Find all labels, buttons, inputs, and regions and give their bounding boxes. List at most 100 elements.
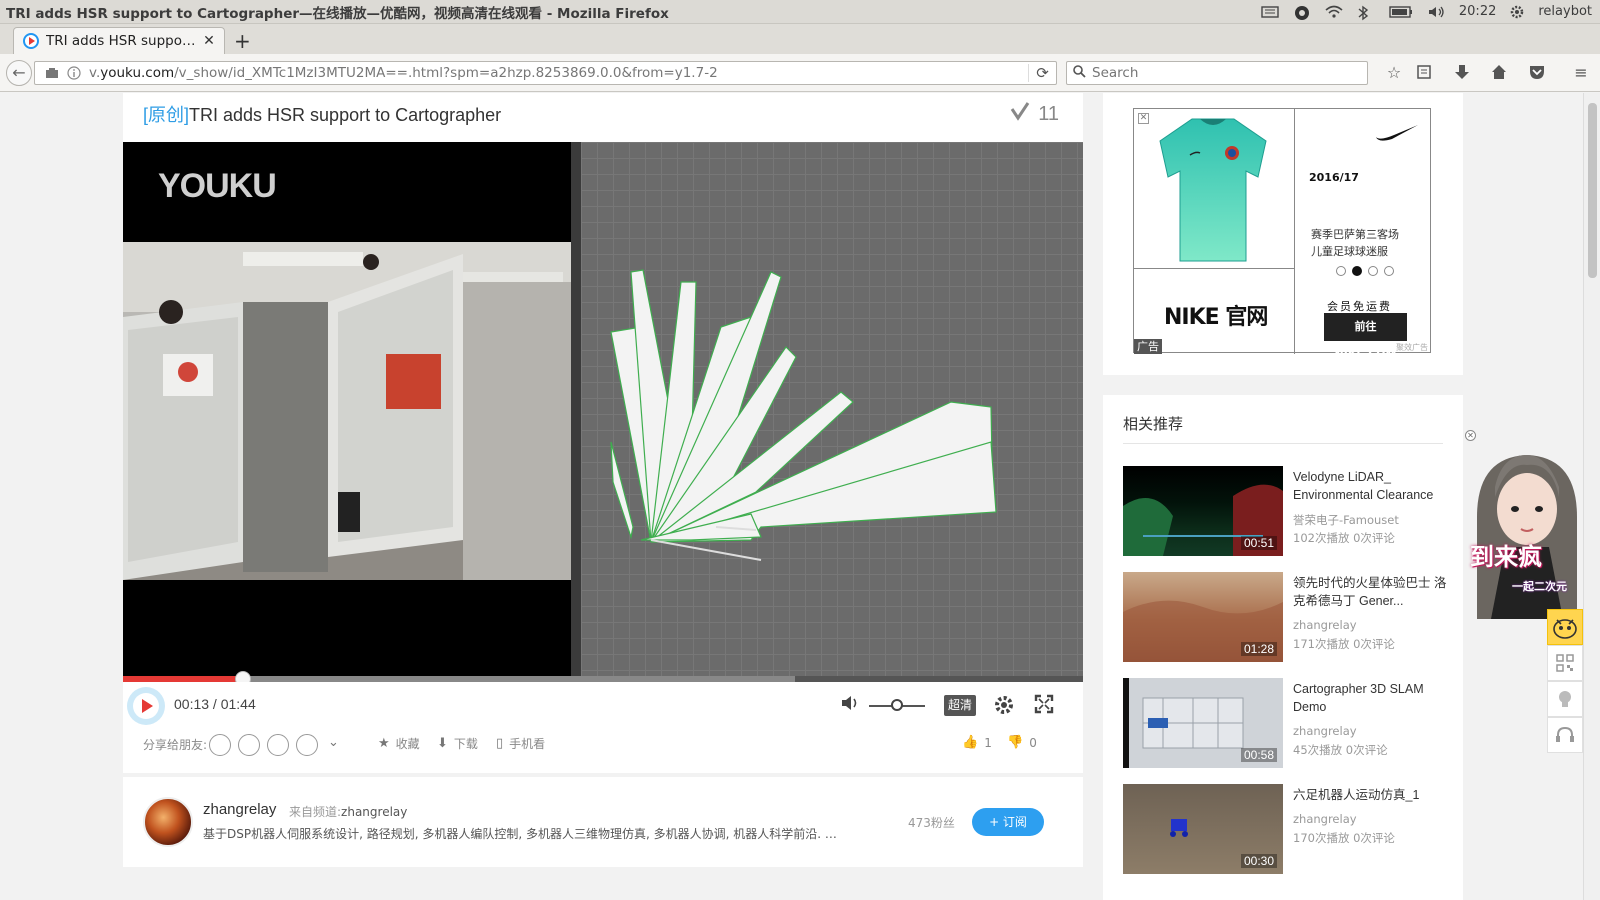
original-tag[interactable]: [原创] (143, 105, 189, 125)
qq-icon[interactable] (296, 734, 318, 756)
float-ad-subtitle: 一起二次元 (1512, 580, 1567, 593)
search-box[interactable] (1066, 61, 1368, 85)
channel-source-link[interactable]: zhangrelay (341, 805, 407, 819)
keyboard-icon[interactable] (1261, 5, 1279, 19)
scrollbar-thumb[interactable] (1588, 103, 1597, 278)
wechat-icon[interactable] (209, 734, 231, 756)
related-stats: 171次播放 0次评论 (1293, 637, 1395, 651)
reload-icon[interactable]: ⟳ (1028, 64, 1056, 82)
battery-icon[interactable] (1389, 5, 1413, 19)
carousel-dot[interactable] (1368, 266, 1378, 276)
pocket-icon[interactable] (1527, 64, 1547, 82)
volume-knob[interactable] (891, 699, 903, 711)
nike-ad[interactable]: ✕ 2016/17 赛季巴萨第三客场 儿童足球球迷服 NIKE 官网 会员免运费… (1133, 108, 1431, 361)
carousel-dot[interactable] (1384, 266, 1394, 276)
channel-name[interactable]: zhangrelay (203, 801, 276, 818)
related-thumbnail[interactable]: 00:58 (1123, 678, 1283, 768)
home-icon[interactable] (1489, 64, 1509, 82)
wifi-icon[interactable] (1325, 5, 1343, 19)
user-name[interactable]: relaybot (1538, 4, 1592, 19)
mascot-icon[interactable] (1547, 609, 1583, 645)
related-item[interactable]: 00:30 六足机器人运动仿真_1 zhangrelay 170次播放 0次评论 (1123, 784, 1453, 874)
related-heading: 相关推荐 (1123, 415, 1184, 433)
info-icon[interactable] (63, 65, 85, 81)
play-icon (133, 693, 159, 719)
url-bar[interactable]: v.youku.com/v_show/id_XMTc1MzI3MTU2MA==.… (34, 61, 1057, 85)
related-duration: 00:58 (1240, 748, 1277, 762)
dislike-button[interactable]: 👎 0 (1007, 735, 1037, 750)
gear-icon[interactable] (1510, 5, 1524, 19)
ad-divider (1294, 109, 1295, 354)
ad-divider (1134, 268, 1294, 269)
bluetooth-icon[interactable] (1357, 5, 1375, 20)
channel-source: 来自频道:zhangrelay (289, 805, 408, 819)
menu-icon[interactable]: ≡ (1571, 64, 1591, 82)
subscribe-button[interactable]: + 订阅 (972, 808, 1044, 836)
related-author[interactable]: zhangrelay (1293, 812, 1357, 826)
clock[interactable]: 20:22 (1459, 4, 1496, 19)
weibo-icon[interactable] (267, 734, 289, 756)
float-ad-title[interactable]: 到来疯 (1470, 537, 1580, 577)
video-player[interactable]: YOUKU (123, 142, 1083, 682)
related-item[interactable]: 00:58 Cartographer 3D SLAM Demo zhangrel… (1123, 678, 1453, 768)
float-ad-close-icon[interactable]: ✕ (1465, 430, 1476, 441)
settings-icon[interactable] (993, 694, 1015, 721)
fullscreen-icon[interactable] (1034, 694, 1054, 719)
ad-carousel-dots[interactable] (1336, 266, 1394, 276)
share-bar: 分享给朋友: ⌄ ★ 收藏 ⬇ 下载 ▯ 手机看 👍 1 👎 0 (123, 725, 1083, 765)
related-title[interactable]: Velodyne LiDAR_ Environmental Clearance (1293, 468, 1453, 504)
related-item[interactable]: 01:28 领先时代的火星体验巴士 洛克希德马丁 Gener... zhangr… (1123, 572, 1453, 662)
related-author[interactable]: 誉荣电子-Famouset (1293, 512, 1399, 528)
volume-icon[interactable] (840, 694, 860, 717)
quality-button[interactable]: 超清 (944, 695, 976, 716)
avatar[interactable] (143, 797, 193, 847)
sync-icon[interactable] (1293, 5, 1311, 20)
related-author[interactable]: zhangrelay (1293, 724, 1357, 738)
headset-icon[interactable] (1547, 717, 1583, 753)
related-item[interactable]: 00:51 Velodyne LiDAR_ Environmental Clea… (1123, 466, 1453, 556)
download-arrow-icon: ⬇ (437, 736, 448, 751)
volume-icon[interactable] (1427, 5, 1445, 19)
back-button[interactable]: ← (6, 60, 32, 86)
download-icon[interactable] (1452, 64, 1472, 82)
related-title[interactable]: 领先时代的火星体验巴士 洛克希德马丁 Gener... (1293, 574, 1453, 610)
related-title[interactable]: 六足机器人运动仿真_1 (1293, 786, 1453, 804)
ad-close-icon[interactable]: ✕ (1138, 113, 1149, 124)
related-title[interactable]: Cartographer 3D SLAM Demo (1293, 680, 1453, 716)
play-button[interactable] (127, 687, 165, 725)
carousel-dot[interactable] (1336, 266, 1346, 276)
new-tab-button[interactable]: + (234, 29, 251, 53)
share-more-chevron-icon[interactable]: ⌄ (328, 735, 339, 750)
camera-view: YOUKU (123, 142, 571, 682)
close-tab-icon[interactable]: ✕ (200, 33, 218, 49)
page-info-icon[interactable] (41, 65, 63, 81)
mobile-watch-button[interactable]: ▯ 手机看 (496, 735, 545, 752)
tab-active[interactable]: TRI adds HSR suppo… ✕ (13, 27, 225, 54)
volume-slider[interactable] (869, 699, 925, 711)
bookmark-star-icon[interactable]: ☆ (1384, 64, 1404, 82)
lightbulb-icon[interactable] (1547, 681, 1583, 717)
player-controls: 00:13 / 01:44 超清 (123, 682, 1083, 728)
reading-list-icon[interactable] (1414, 64, 1434, 82)
share-label: 分享给朋友: (143, 738, 208, 752)
collect-button[interactable]: ★ 收藏 (378, 735, 420, 752)
side-toolbar (1547, 609, 1583, 771)
related-author[interactable]: zhangrelay (1293, 618, 1357, 632)
page-scrollbar[interactable] (1583, 93, 1600, 900)
related-thumbnail[interactable]: 00:51 (1123, 466, 1283, 556)
related-thumbnail[interactable]: 01:28 (1123, 572, 1283, 662)
carousel-dot[interactable] (1352, 266, 1362, 276)
search-input[interactable] (1092, 65, 1352, 81)
like-button[interactable]: 👍 1 (962, 735, 992, 750)
view-separator (571, 142, 581, 682)
related-thumbnail[interactable]: 00:30 (1123, 784, 1283, 874)
ad-cta-button[interactable]: 前往 NIKE.COM (1324, 313, 1407, 361)
qzone-icon[interactable] (238, 734, 260, 756)
download-button[interactable]: ⬇ 下载 (437, 735, 478, 752)
url-text[interactable]: v.youku.com/v_show/id_XMTc1MzI3MTU2MA==.… (85, 65, 1028, 81)
os-top-bar: TRI adds HSR support to Cartographer—在线播… (0, 0, 1600, 24)
tab-title: TRI adds HSR suppo… (46, 33, 196, 49)
channel-description: 基于DSP机器人伺服系统设计, 路径规划, 多机器人编队控制, 多机器人三维物理… (203, 827, 837, 841)
video-rating: 11 (1010, 101, 1059, 127)
qr-code-icon[interactable] (1547, 645, 1583, 681)
